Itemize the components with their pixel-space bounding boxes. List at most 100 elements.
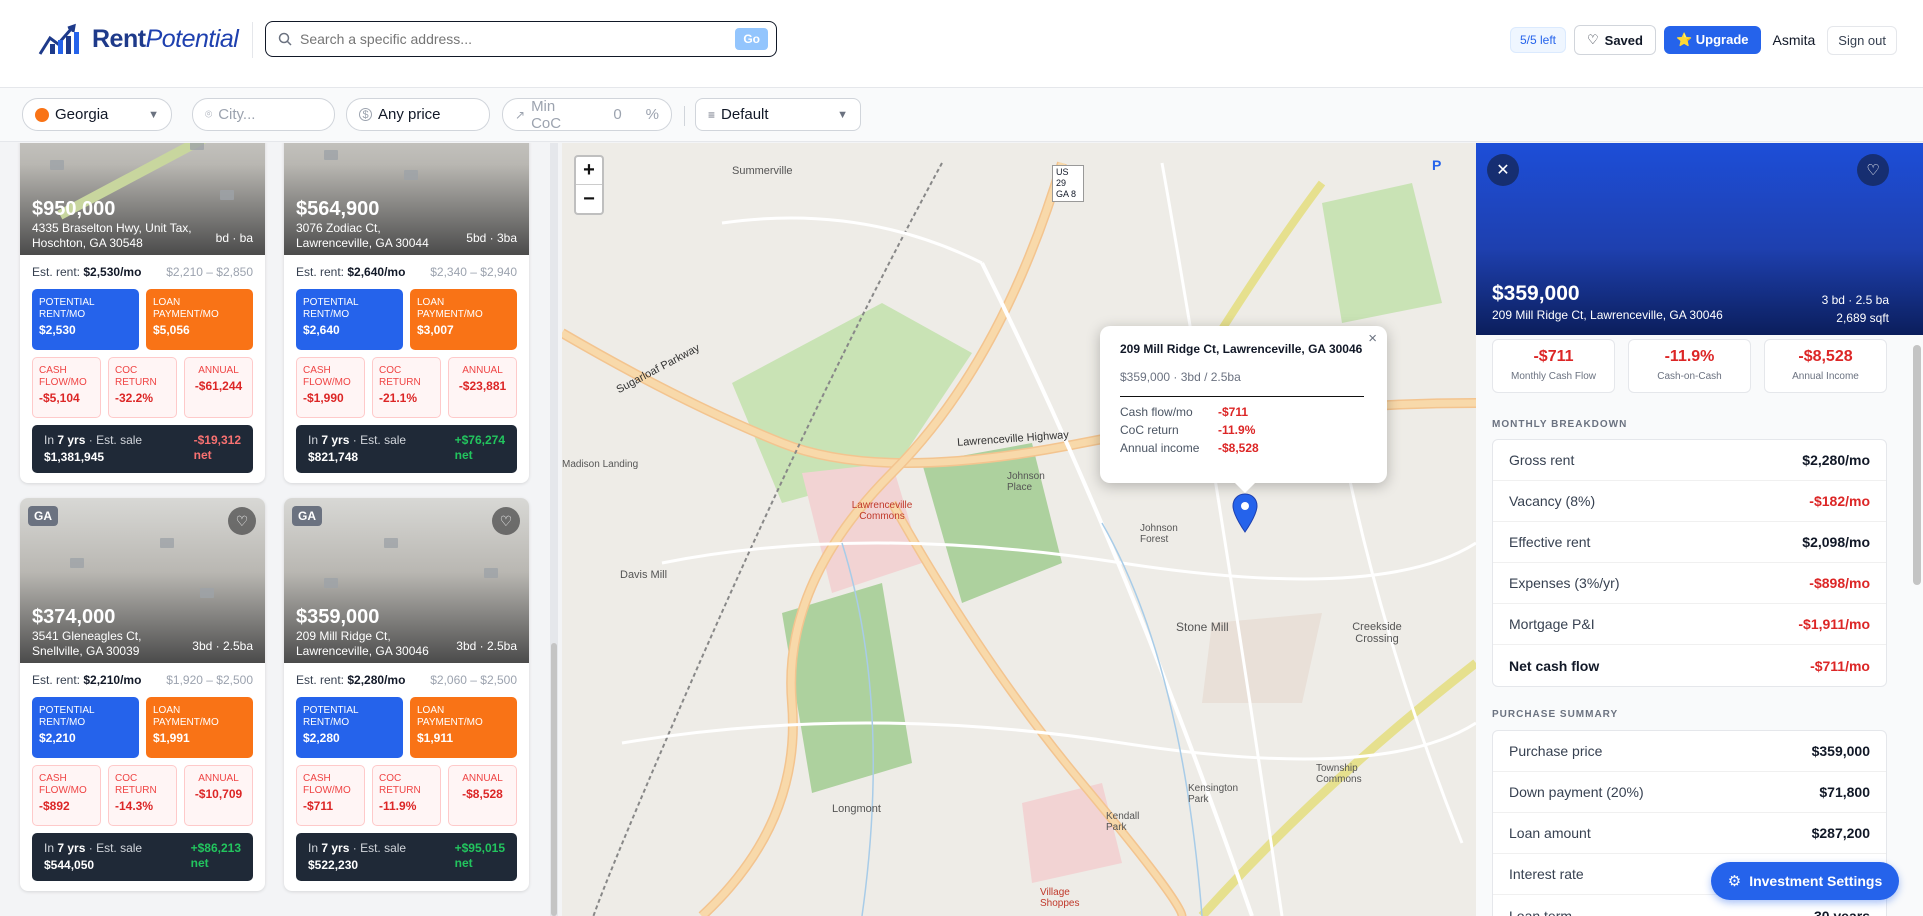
- min-coc-value[interactable]: 0: [613, 106, 621, 123]
- divider: [684, 106, 685, 126]
- min-coc-input[interactable]: ↗ Min CoC 0 %: [502, 97, 672, 132]
- state-select[interactable]: Georgia ▼: [22, 98, 172, 131]
- sort-icon: ≡: [708, 107, 716, 122]
- close-icon[interactable]: ✕: [1487, 154, 1519, 186]
- go-button[interactable]: Go: [735, 28, 768, 50]
- map-label: Longmont: [832, 803, 881, 815]
- gear-icon: ⚙: [1727, 873, 1742, 890]
- detail-scrollbar[interactable]: [1913, 345, 1921, 585]
- est-rent-row: Est. rent: $2,640/mo $2,340 – $2,940: [296, 265, 517, 279]
- property-card[interactable]: GA ♡ $359,000 209 Mill Ridge Ct, Lawrence…: [284, 498, 529, 891]
- price-value: Any price: [378, 106, 441, 123]
- top-bar: RentPotential Go 5/5 left ♡ Saved ⭐ Upgra…: [0, 0, 1923, 88]
- sort-select[interactable]: ≡ Default ▼: [695, 98, 861, 131]
- cash-flow-box: CASH FLOW/MO -$5,104: [32, 357, 101, 418]
- coc-return-box: COC RETURN -32.2%: [108, 357, 177, 418]
- map-tiles: [562, 143, 1476, 916]
- state-tag: GA: [292, 506, 322, 526]
- card-address: 4335 Braselton Hwy, Unit Tax, Hoschton, G…: [32, 221, 192, 250]
- min-coc-label: Min CoC: [531, 97, 562, 132]
- annual-box: ANNUAL -$61,244: [184, 357, 253, 418]
- state-tag: GA: [28, 506, 58, 526]
- net-cash-flow-row: Net cash flow -$711/mo: [1509, 657, 1870, 674]
- coc-return-box: COC RETURN -11.9%: [372, 765, 441, 826]
- card-beds-baths: 5bd · 3ba: [466, 231, 517, 245]
- monthly-breakdown-table: Gross rent $2,280/mo Vacancy (8%) -$182/mo…: [1492, 439, 1887, 687]
- est-rent-row: Est. rent: $2,530/mo $2,210 – $2,850: [32, 265, 253, 279]
- card-address: 3076 Zodiac Ct, Lawrenceville, GA 30044: [296, 221, 429, 250]
- card-price: $564,900: [296, 198, 380, 220]
- popup-coc-row: CoC return -11.9%: [1120, 423, 1256, 437]
- brand-name: Rent: [92, 24, 146, 53]
- logo[interactable]: RentPotential: [38, 22, 239, 56]
- map-label: Summerville: [732, 165, 793, 177]
- scrollbar-thumb[interactable]: [551, 643, 557, 916]
- dollar-icon: $: [359, 108, 372, 121]
- listing-panel[interactable]: $950,000 4335 Braselton Hwy, Unit Tax, Ho…: [0, 143, 562, 916]
- map-label: Creekside Crossing: [1352, 621, 1402, 645]
- popup-title: 209 Mill Ridge Ct, Lawrenceville, GA 300…: [1120, 342, 1363, 356]
- city-placeholder: City...: [218, 106, 256, 123]
- map-pin-icon[interactable]: [1232, 493, 1258, 533]
- map-popup: × 209 Mill Ridge Ct, Lawrenceville, GA 3…: [1100, 326, 1387, 493]
- annual-box: ANNUAL -$23,881: [448, 357, 517, 418]
- breakdown-row: Gross rent $2,280/mo: [1493, 440, 1886, 481]
- loan-payment-box: LOAN PAYMENT/MO $5,056: [146, 289, 253, 350]
- save-heart-icon[interactable]: ♡: [228, 507, 256, 535]
- upgrade-button[interactable]: ⭐ Upgrade: [1663, 26, 1761, 54]
- loan-payment-box: LOAN PAYMENT/MO $1,911: [410, 697, 517, 758]
- coc-return-box: COC RETURN -21.1%: [372, 357, 441, 418]
- saved-button[interactable]: ♡ Saved: [1574, 25, 1656, 55]
- property-map-thumbnail: GA ♡ $359,000 209 Mill Ridge Ct, Lawrence…: [284, 498, 529, 663]
- save-heart-icon[interactable]: ♡: [1857, 154, 1889, 186]
- loan-payment-box: LOAN PAYMENT/MO $3,007: [410, 289, 517, 350]
- breakdown-row: Vacancy (8%) -$182/mo: [1493, 481, 1886, 522]
- future-projection: In 7 yrs · Est. sale $544,050 +$86,213 ne…: [32, 833, 253, 881]
- property-map-thumbnail: GA ♡ $374,000 3541 Gleneagles Ct, Snellvi…: [20, 498, 265, 663]
- parking-icon: P: [1432, 157, 1442, 173]
- chevron-down-icon: ▼: [837, 108, 848, 121]
- investment-settings-button[interactable]: ⚙ Investment Settings: [1711, 862, 1899, 900]
- peach-icon: [35, 107, 49, 122]
- purchase-row: Loan amount $287,200: [1493, 813, 1886, 854]
- map-label: Johnson Forest: [1140, 523, 1178, 545]
- detail-price: $359,000: [1492, 282, 1580, 305]
- potential-rent-box: POTENTIAL RENT/MO $2,530: [32, 289, 139, 350]
- property-card[interactable]: GA ♡ $374,000 3541 Gleneagles Ct, Snellvi…: [20, 498, 265, 891]
- property-card[interactable]: $950,000 4335 Braselton Hwy, Unit Tax, Ho…: [20, 143, 265, 483]
- breakdown-row: Effective rent $2,098/mo: [1493, 522, 1886, 563]
- card-beds-baths: bd · ba: [215, 231, 253, 245]
- map[interactable]: Summerville Lawrenceville Highway Sugarl…: [562, 143, 1476, 916]
- user-name: Asmita: [1772, 32, 1816, 48]
- popup-annual-row: Annual income -$8,528: [1120, 441, 1259, 455]
- map-label: Kendall Park: [1106, 811, 1140, 833]
- purchase-row: Down payment (20%) $71,800: [1493, 772, 1886, 813]
- property-map-thumbnail: $950,000 4335 Braselton Hwy, Unit Tax, Ho…: [20, 143, 265, 255]
- price-select[interactable]: $ Any price: [346, 98, 490, 131]
- save-heart-icon[interactable]: ♡: [492, 507, 520, 535]
- card-price: $374,000: [32, 606, 116, 628]
- city-input[interactable]: ⌾ City...: [192, 98, 335, 131]
- listing-scrollbar[interactable]: [550, 143, 558, 916]
- address-search[interactable]: Go: [265, 21, 777, 57]
- est-rent-row: Est. rent: $2,280/mo $2,060 – $2,500: [296, 673, 517, 687]
- search-input[interactable]: [300, 31, 728, 47]
- property-map-thumbnail: $564,900 3076 Zodiac Ct, Lawrenceville, G…: [284, 143, 529, 255]
- map-label: Madison Landing: [562, 459, 639, 470]
- zoom-in-button[interactable]: +: [576, 157, 602, 185]
- future-projection: In 7 yrs · Est. sale $522,230 +$95,015 ne…: [296, 833, 517, 881]
- purchase-summary-heading: PURCHASE SUMMARY: [1492, 709, 1619, 720]
- map-label: Kensington Park: [1188, 783, 1239, 805]
- property-detail-panel: ✕ ♡ $359,000 209 Mill Ridge Ct, Lawrence…: [1476, 143, 1923, 916]
- detail-beds-sqft: 3 bd · 2.5 ba 2,689 sqft: [1821, 293, 1889, 325]
- potential-rent-box: POTENTIAL RENT/MO $2,210: [32, 697, 139, 758]
- sign-out-button[interactable]: Sign out: [1827, 25, 1897, 55]
- highway-shield: US 29 GA 8: [1052, 165, 1084, 202]
- card-price: $359,000: [296, 606, 380, 628]
- est-rent-row: Est. rent: $2,210/mo $1,920 – $2,500: [32, 673, 253, 687]
- brand-name-italic: Potential: [145, 24, 239, 53]
- zoom-out-button[interactable]: −: [576, 185, 602, 213]
- investment-settings-label: Investment Settings: [1749, 873, 1883, 889]
- close-icon[interactable]: ×: [1368, 330, 1377, 347]
- property-card[interactable]: $564,900 3076 Zodiac Ct, Lawrenceville, G…: [284, 143, 529, 483]
